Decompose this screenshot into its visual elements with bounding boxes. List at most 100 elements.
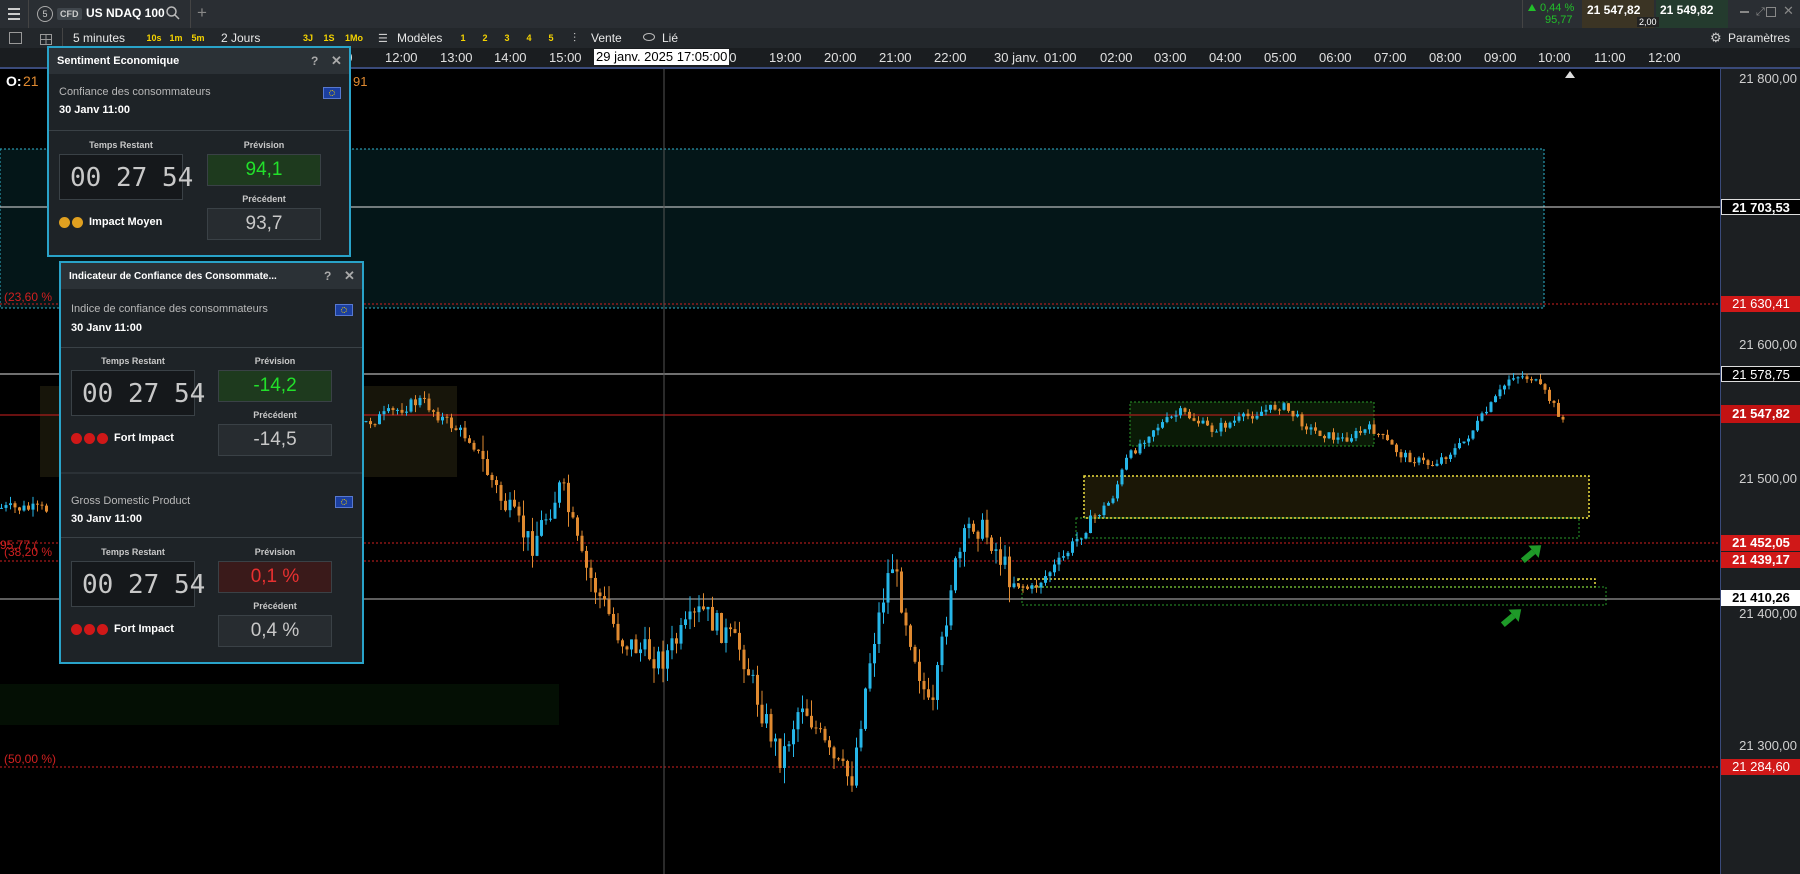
popout-icon[interactable] [1766,7,1776,17]
candle-body [1003,556,1007,565]
menu-icon[interactable] [8,8,20,20]
range-3j[interactable]: 3J [300,31,316,45]
template-slot-2[interactable]: 2 [478,31,492,45]
interval-1m[interactable]: 1m [167,31,185,45]
candle-body [810,715,813,728]
candle-body [364,421,368,423]
candle-body [1030,585,1034,589]
candle-body [441,416,444,421]
help-icon[interactable]: ? [324,269,331,283]
minimize-icon[interactable] [1740,11,1749,13]
candle-body [1381,433,1385,435]
candle-body [1156,427,1160,431]
settings-gear-icon[interactable]: ⚙ [1710,30,1722,46]
time-tick: 10:00 [1538,50,1571,65]
time-tick: 08:00 [1429,50,1462,65]
grid-icon[interactable] [40,32,52,45]
consumer-confidence-panel[interactable]: Indicateur de Confiance des Consommate..… [59,261,364,664]
time-tick: 20:00 [824,50,857,65]
candle-body [742,649,746,670]
candle-body [625,646,629,650]
price-axis[interactable]: 21 800,00 21 600,00 21 500,00 21 400,00 … [1720,69,1800,874]
candle-body [1026,586,1029,589]
candle-body [756,674,759,705]
add-tab-icon[interactable]: + [197,3,207,23]
candle-body [31,503,35,510]
candle-body [612,613,615,624]
link-icon[interactable] [643,33,655,41]
candle-body [760,704,764,724]
candle-body [963,528,966,552]
candle-body [373,424,377,426]
previous-value: 93,7 [207,208,321,240]
instrument-name[interactable]: US NDAQ 100 [86,6,165,20]
impact-label: Impact Moyen [89,216,163,228]
candle-body [1458,443,1461,449]
candle-body [994,549,998,551]
range-select[interactable]: 2 Jours [221,31,260,45]
candle-body [522,515,525,538]
candle-body [477,449,480,451]
candle-body [1246,413,1250,417]
candle-body [927,689,930,698]
template-slot-1[interactable]: 1 [456,31,470,45]
candle-body [598,592,602,597]
candle-body [855,747,858,786]
candle-body [1237,416,1241,421]
panel-header[interactable]: Indicateur de Confiance des Consommate..… [61,263,362,289]
candle-body [985,519,989,538]
template-slot-3[interactable]: 3 [500,31,514,45]
close-window-icon[interactable]: ✕ [1783,3,1794,19]
range-1s[interactable]: 1S [321,31,337,45]
candle-body [499,485,503,501]
candle-body [706,606,710,610]
price-tag-21630: 21 630,41 [1721,296,1800,312]
templates-icon[interactable]: ☰ [378,32,388,45]
time-tick: 02:00 [1100,50,1133,65]
candle-body [1188,411,1191,419]
candle-body [1525,376,1529,380]
forecast-label: Prévision [243,140,285,150]
candle-body [972,523,975,532]
candle-body [891,569,894,574]
settings-button[interactable]: Paramètres [1728,31,1790,45]
search-icon[interactable] [165,5,181,21]
candle-body [882,602,885,613]
close-icon[interactable]: ✕ [331,53,342,69]
range-1mo[interactable]: 1Mo [342,31,366,45]
interval-10s[interactable]: 10s [144,31,164,45]
help-icon[interactable]: ? [311,54,318,68]
time-tick: 11:00 [1594,50,1626,65]
panel-header[interactable]: Sentiment Economique ? ✕ [49,48,349,74]
candle-body [405,411,408,413]
remaining-label: Temps Restant [89,140,153,150]
forecast-value: 94,1 [207,154,321,186]
template-slot-5[interactable]: 5 [544,31,558,45]
countdown-minutes: 27 [128,570,160,600]
candle-body [1197,420,1200,424]
candle-body [526,531,530,538]
time-tick: 06:00 [1319,50,1352,65]
time-cursor-label: 29 janv. 2025 17:05:00 [594,49,730,65]
forecast-value: -14,2 [218,370,332,402]
templates-button[interactable]: Modèles [397,31,442,45]
expand-icon[interactable]: ⤢ [1756,6,1765,19]
candle-body [1152,430,1155,437]
candle-body [432,410,435,412]
candle-body [1512,378,1515,380]
interval-5m[interactable]: 5m [189,31,207,45]
linked-button[interactable]: Lié [662,31,678,45]
close-icon[interactable]: ✕ [344,268,355,284]
price-tag-21439: 21 439,17 [1721,552,1800,568]
countdown-minutes: 27 [128,379,160,409]
candle-body [508,499,512,511]
template-slot-4[interactable]: 4 [522,31,536,45]
time-tick: 14:00 [494,50,527,65]
candle-body [1314,427,1317,431]
candle-body [1557,402,1560,417]
economic-sentiment-panel[interactable]: Sentiment Economique ? ✕ Confiance des c… [47,46,351,257]
interval-select[interactable]: 5 minutes [73,31,125,45]
candle-body [1053,564,1056,573]
sell-mode-button[interactable]: Vente [591,31,622,45]
list-icon[interactable] [9,32,22,44]
